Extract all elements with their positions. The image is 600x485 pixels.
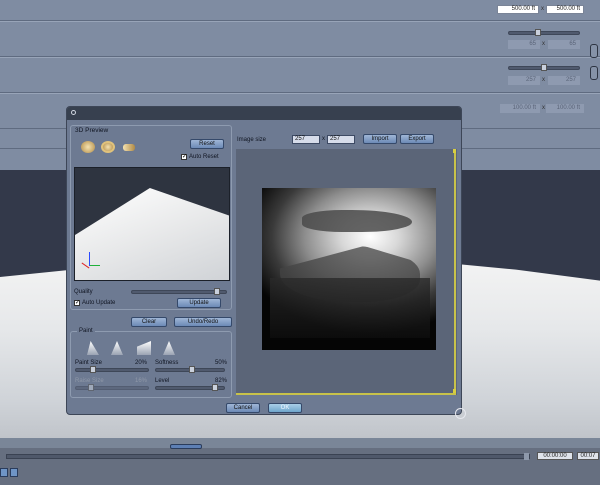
heightmap-canvas-area[interactable] [236,149,457,395]
current-time-field[interactable]: 00:00:00 [537,452,573,460]
3d-preview-viewport[interactable] [74,167,230,281]
scroll-handle[interactable] [453,149,456,153]
softness-value: 50% [215,360,228,366]
resize-grip-icon[interactable] [455,408,466,419]
clear-button[interactable]: Clear [131,317,167,327]
record-icon[interactable] [10,468,18,477]
close-icon[interactable] [71,110,76,115]
reset-button[interactable]: Reset [190,139,224,149]
times-sign: x [542,105,545,111]
heightmap-feature [302,210,412,232]
lock-icon[interactable] [590,66,598,80]
softness-label: Softness [155,360,179,366]
export-button[interactable]: Export [400,134,434,144]
image-x-field[interactable]: 257 [508,76,540,85]
scale-x-field[interactable]: 100.00 ft [500,104,540,113]
timeline-scroll-handle[interactable] [524,453,529,460]
timeline-marker[interactable] [170,444,202,449]
vertical-scroll-track[interactable] [454,149,456,395]
heightmap-feature [270,278,430,338]
axis-gizmo [89,252,90,266]
paint-size-label: Paint Size [75,360,103,366]
update-button[interactable]: Update [177,298,221,308]
divider [0,21,600,22]
heightmap-image[interactable] [262,188,436,350]
divider [0,93,600,94]
softness-slider[interactable] [155,366,225,373]
auto-reset-checkbox[interactable]: ✓ [181,154,187,160]
times-sign: x [322,136,325,142]
scale-y-field[interactable]: 100.00 ft [546,104,584,113]
times-sign: x [541,6,544,12]
import-button[interactable]: Import [363,134,397,144]
paint-size-slider[interactable] [75,366,149,373]
image-height-select[interactable]: 257 [327,135,355,144]
terrain-width-field[interactable]: 500.00 ft [497,5,539,14]
divider [0,57,600,58]
auto-update-checkbox[interactable]: ✓ [74,300,80,306]
preview-title: 3D Preview [75,127,109,134]
resolution-y-field[interactable]: 65 [548,40,580,49]
axis-gizmo [90,265,100,266]
pan-icon[interactable] [81,141,95,153]
quality-slider[interactable] [131,288,227,295]
raise-size-slider[interactable] [75,384,149,391]
undo-redo-button[interactable]: Undo/Redo [174,317,232,327]
orbit-icon[interactable] [101,141,115,153]
horizontal-scroll-track[interactable] [236,393,454,395]
end-time-field[interactable]: 00:07 [577,452,599,460]
resolution-slider[interactable] [508,29,580,36]
timeline-panel: 00:00:00 00:07 [0,438,600,485]
cancel-button[interactable]: Cancel [226,403,260,413]
dialog-title-bar[interactable] [67,107,461,120]
image-size-label: Image size [237,137,267,143]
image-width-select[interactable]: 257 [292,135,320,144]
play-icon[interactable] [0,468,8,477]
times-sign: x [542,77,545,83]
resolution-x-field[interactable]: 65 [508,40,540,49]
auto-update-label: Auto Update [82,300,116,306]
paint-size-value: 20% [135,360,148,366]
timeline-track[interactable] [6,454,530,459]
times-sign: x [542,41,545,47]
timeline-ruler [0,438,600,448]
terrain-preview-mesh [75,188,229,280]
image-y-field[interactable]: 257 [548,76,580,85]
raise-size-value: 16% [135,378,148,384]
paint-title: Paint [77,328,95,334]
terrain-length-field[interactable]: 500.00 ft [546,5,584,14]
auto-reset-label: Auto Reset [189,154,219,160]
level-slider[interactable] [155,384,225,391]
level-label: Level [155,378,170,384]
terrain-editor-dialog: 3D Preview Reset ✓ Auto Reset Quality ✓ … [66,106,462,415]
quality-label: Quality [74,289,93,295]
zoom-icon[interactable] [123,144,135,151]
ok-button[interactable]: OK [268,403,302,413]
image-size-slider[interactable] [508,64,580,71]
lock-icon[interactable] [590,44,598,58]
